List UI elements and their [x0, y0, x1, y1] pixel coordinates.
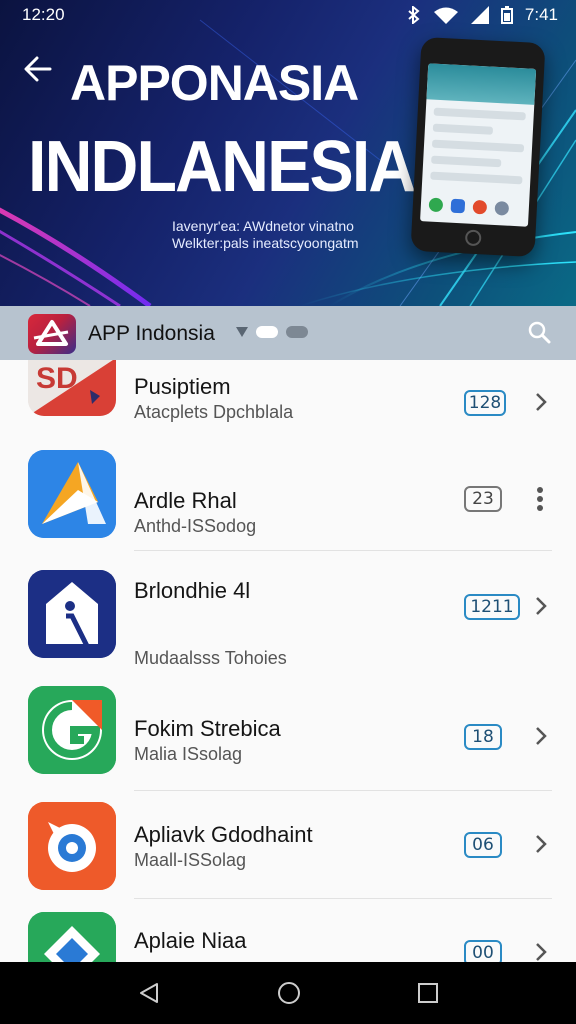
list-divider: [134, 898, 552, 899]
app-icon: [28, 802, 116, 890]
page-dot-inactive[interactable]: [286, 326, 308, 338]
page-dot-active[interactable]: [256, 326, 278, 338]
page-indicator[interactable]: [236, 326, 308, 338]
count-badge: 1211: [464, 594, 520, 620]
app-subtitle: Atacplets Dpchblala: [134, 402, 294, 422]
hero-title-line1: APPONASIA: [70, 55, 359, 111]
app-name: Aplaie Niaa: [134, 928, 247, 953]
app-name: Apliavk Gdodhaint: [134, 822, 313, 847]
battery-icon: [500, 6, 513, 24]
list-item[interactable]: Ardle Rhal Anthd-ISSodog 23: [0, 448, 576, 548]
chevron-right-icon[interactable]: [534, 596, 548, 616]
count-badge: 18: [464, 724, 502, 750]
app-list: SD Pusiptiem Atacplets Dpchblala 128 Ard…: [0, 360, 576, 962]
app-icon: [28, 570, 116, 658]
app-icon: [28, 686, 116, 774]
list-item[interactable]: Brlondhie 4l Mudaalsss Tohoies 1211: [0, 568, 576, 688]
bluetooth-icon: [408, 6, 420, 24]
list-item[interactable]: Fokim Strebica Malia ISsolag 18: [0, 686, 576, 790]
filter-caret-icon: [236, 327, 248, 337]
chevron-right-icon[interactable]: [534, 942, 548, 962]
app-name: Pusiptiem: [134, 374, 231, 399]
more-vertical-icon[interactable]: [536, 486, 544, 512]
app-subtitle: Maall-ISSolag: [134, 850, 247, 870]
hero-subtitle: Iavenyr'ea: AWdnetor vinatno Welkter:pal…: [172, 218, 359, 252]
system-navigation-bar: [0, 962, 576, 1024]
count-badge: 128: [464, 390, 506, 416]
app-subtitle: Mudaalsss Tohoies: [134, 648, 287, 668]
app-bar-title: APP Indonsia: [88, 322, 215, 345]
app-name: Fokim Strebica: [134, 716, 281, 741]
hero-subtitle-line2: Welkter:pals ineatscyoongatm: [172, 235, 359, 251]
hero-subtitle-line1: Iavenyr'ea: AWdnetor vinatno: [172, 218, 354, 234]
list-item[interactable]: Aplaie Niaa 00: [0, 912, 576, 962]
count-badge: 06: [464, 832, 502, 858]
back-arrow-icon[interactable]: [24, 56, 52, 82]
svg-text:SD: SD: [36, 362, 78, 395]
hero-title-line2: INDLANESIA: [28, 127, 416, 207]
app-name: Brlondhie 4l: [134, 578, 251, 603]
signal-icon: [470, 6, 489, 24]
phone-mockup-image: [410, 36, 546, 258]
app-toolbar: APP Indonsia: [0, 306, 576, 360]
search-icon[interactable]: [527, 320, 551, 344]
chevron-right-icon[interactable]: [534, 726, 548, 746]
nav-back-icon[interactable]: [137, 981, 161, 1005]
count-badge: 23: [464, 486, 502, 512]
list-item[interactable]: SD Pusiptiem Atacplets Dpchblala 128: [0, 360, 576, 438]
app-logo: [28, 314, 76, 354]
app-subtitle: Anthd-ISSodog: [134, 516, 257, 536]
app-icon: SD: [28, 360, 116, 416]
chevron-right-icon[interactable]: [534, 834, 548, 854]
chevron-right-icon[interactable]: [534, 392, 548, 412]
nav-recents-icon[interactable]: [417, 982, 439, 1004]
nav-home-icon[interactable]: [276, 980, 302, 1006]
app-icon: [28, 912, 116, 962]
list-item[interactable]: Apliavk Gdodhaint Maall-ISSolag 06: [0, 802, 576, 906]
hero-banner: 12:20 7:41 APPONASIA INDLANESIA Iavenyr'…: [0, 0, 576, 306]
phone-mockup-screen: [420, 63, 537, 227]
count-badge: 00: [464, 940, 502, 962]
status-time-right: 7:41: [524, 5, 558, 24]
app-icon: [28, 450, 116, 538]
status-time-left: 12:20: [22, 5, 65, 24]
list-divider: [134, 550, 552, 551]
list-divider: [134, 790, 552, 791]
app-name: Ardle Rhal: [134, 488, 237, 513]
status-bar: 12:20 7:41: [0, 0, 576, 30]
wifi-icon: [433, 7, 458, 24]
app-subtitle: Malia ISsolag: [134, 744, 243, 764]
